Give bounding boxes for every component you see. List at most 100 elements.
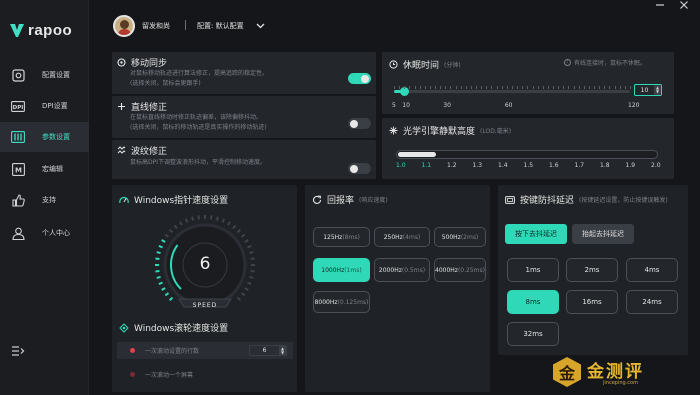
gauge-tick [161, 287, 166, 291]
gauge-tick [240, 233, 246, 238]
menu-expand-icon[interactable] [11, 345, 25, 359]
polling-option-8000[interactable]: 8000Hz (0.125ms) [313, 291, 370, 313]
tab-release-label: 抬起去抖延迟 [582, 230, 624, 238]
lod-unit: (LOD,毫米) [480, 128, 512, 135]
sleep-value-stepper[interactable]: 10 ▲ ▼ [634, 84, 662, 96]
radio-selected-icon[interactable] [130, 348, 135, 353]
ripple-toggle[interactable] [348, 163, 371, 174]
gauge-tick [221, 218, 226, 223]
sleep-tick [440, 86, 442, 89]
sleep-unit: (分钟) [444, 62, 461, 69]
stepper-arrows[interactable]: ▲ ▼ [654, 85, 661, 95]
gauge-tick [168, 296, 174, 302]
stepper-arrows[interactable]: ▲ ▼ [279, 346, 286, 355]
gauge-tick [161, 239, 166, 243]
polling-option-value: 4000Hz [435, 266, 458, 274]
config-select[interactable]: 配置: 默认配置 [197, 21, 265, 31]
header-divider [185, 20, 186, 30]
sleep-tick-label: 120 [628, 102, 640, 109]
sidebar-item-user-center[interactable]: 个人中心 [0, 218, 89, 248]
scroll-wheel-icon [119, 322, 129, 333]
sleep-tick-marks [394, 86, 631, 90]
avatar[interactable] [113, 15, 135, 37]
lod-tick-labels: 1.0 1.1 1.2 1.3 1.4 1.5 1.6 1.7 1.8 1.9 2.0 [382, 162, 674, 170]
debounce-option-24ms[interactable]: 24ms [626, 290, 678, 314]
sleep-tick [578, 86, 580, 89]
angle-snap-title-row: 直线修正 [117, 100, 167, 113]
macro-icon: M [11, 162, 25, 176]
lod-tick-label: 1.8 [600, 162, 610, 169]
debounce-option-16ms[interactable]: 16ms [566, 290, 618, 314]
angle-snap-toggle[interactable] [348, 118, 371, 129]
gauge-tick [210, 215, 213, 220]
svg-text:M: M [15, 166, 22, 174]
polling-option-2000[interactable]: 2000Hz (0.5ms) [374, 258, 430, 282]
lod-slider-fill [398, 152, 436, 157]
user-icon [11, 226, 25, 240]
sidebar-item-dpi[interactable]: DPI DPI设置 [0, 91, 89, 121]
sleep-tick [486, 86, 488, 89]
gauge-tick [215, 216, 219, 221]
tab-press-debounce[interactable]: 按下去抖延迟 [505, 224, 567, 244]
debounce-option-32ms[interactable]: 32ms [507, 322, 559, 346]
sleep-value[interactable]: 10 [635, 85, 654, 95]
brand-name: RAPOO [28, 22, 73, 39]
sleep-tick [553, 86, 555, 89]
sleep-tick [583, 86, 585, 89]
sleep-tick [491, 86, 493, 89]
pointer-speed-panel: Windows指针速度设置 6 SPEED Windows滚轮速度设置 [112, 185, 297, 392]
scroll-screen-row[interactable]: 一次滚动一个屏幕 [117, 366, 293, 383]
sidebar-item-config[interactable]: 配置设置 [0, 60, 89, 90]
scroll-lines-row[interactable]: 一次滚动设置的行数 6 ▲ ▼ [117, 342, 293, 359]
sidebar-item-macro[interactable]: M 宏编辑 [0, 154, 89, 184]
gauge-tick [249, 251, 254, 255]
polling-option-4000[interactable]: 4000Hz (0.25ms) [434, 258, 486, 282]
username: 留发和尚 [142, 22, 170, 30]
sleep-slider-track[interactable] [394, 87, 630, 96]
close-button[interactable] [679, 0, 689, 13]
debounce-option-4ms[interactable]: 4ms [626, 258, 678, 282]
tab-press-label: 按下去抖延迟 [515, 230, 557, 238]
sleep-title: 休眠时间 [403, 61, 440, 71]
gauge-tick [250, 270, 255, 273]
sidebar-item-label: 配置设置 [42, 71, 70, 79]
polling-option-value: 8000Hz [314, 298, 338, 306]
scroll-lines-stepper[interactable]: 6 ▲ ▼ [249, 345, 287, 356]
sleep-tick [429, 86, 431, 89]
scroll-lines-value[interactable]: 6 [250, 346, 279, 355]
debounce-option-label: 1ms [525, 266, 541, 274]
minimize-button[interactable] [655, 0, 665, 13]
polling-option-unit: (0.5ms) [401, 266, 426, 274]
angle-snap-desc: 在鼠标直线移动时修正轨迹偏差，该除偏移抖动。 (选择关闭，鼠标的移动轨迹是真实操… [130, 113, 267, 133]
debounce-option-1ms[interactable]: 1ms [507, 258, 559, 282]
gauge-tick [156, 275, 161, 279]
sleep-tick [614, 86, 616, 89]
polling-option-250[interactable]: 250Hz (4ms) [374, 227, 430, 247]
sidebar-item-support[interactable]: 支持 [0, 185, 89, 215]
debounce-option-8ms[interactable]: 8ms [507, 290, 559, 314]
watermark-text: 金测评 [587, 362, 644, 382]
polling-title: 回报率 [327, 196, 355, 206]
pointer-speed-value: 6 [199, 254, 211, 274]
thumbs-up-icon [11, 193, 25, 207]
sleep-tick [573, 86, 575, 89]
parameter-icon [11, 130, 25, 144]
lod-slider-track[interactable] [396, 150, 658, 159]
sleep-tick [532, 86, 534, 89]
ripple-panel: 波纹修正 鼠标高DPI下调整波浪形抖动，平滑控制移动速度。 [112, 140, 376, 179]
sleep-tick [630, 86, 631, 89]
debounce-option-2ms[interactable]: 2ms [566, 258, 618, 282]
polling-option-125[interactable]: 125Hz (8ms) [313, 227, 370, 247]
gauge-tick [158, 244, 163, 249]
motion-sync-toggle[interactable] [348, 73, 371, 84]
debounce-subtitle: (按键延迟设置，防止按键误触发) [579, 197, 668, 204]
polling-option-500[interactable]: 500Hz (2ms) [434, 227, 486, 247]
debounce-title-row: 按键防抖延迟 (按键延迟设置，防止按键误触发) [505, 193, 668, 206]
polling-option-1000[interactable]: 1000Hz (1ms) [313, 258, 370, 282]
sidebar-item-parameters[interactable]: 参数设置 [0, 122, 89, 152]
tab-release-debounce[interactable]: 抬起去抖延迟 [572, 224, 634, 244]
radio-unselected-icon[interactable] [130, 372, 135, 377]
motion-sync-desc-line1: 对鼠标移动轨迹进行算法修正，提高追踪的稳定性。 [130, 70, 269, 77]
config-label: 配置: 默认配置 [197, 22, 244, 30]
gauge-tick [191, 216, 195, 221]
